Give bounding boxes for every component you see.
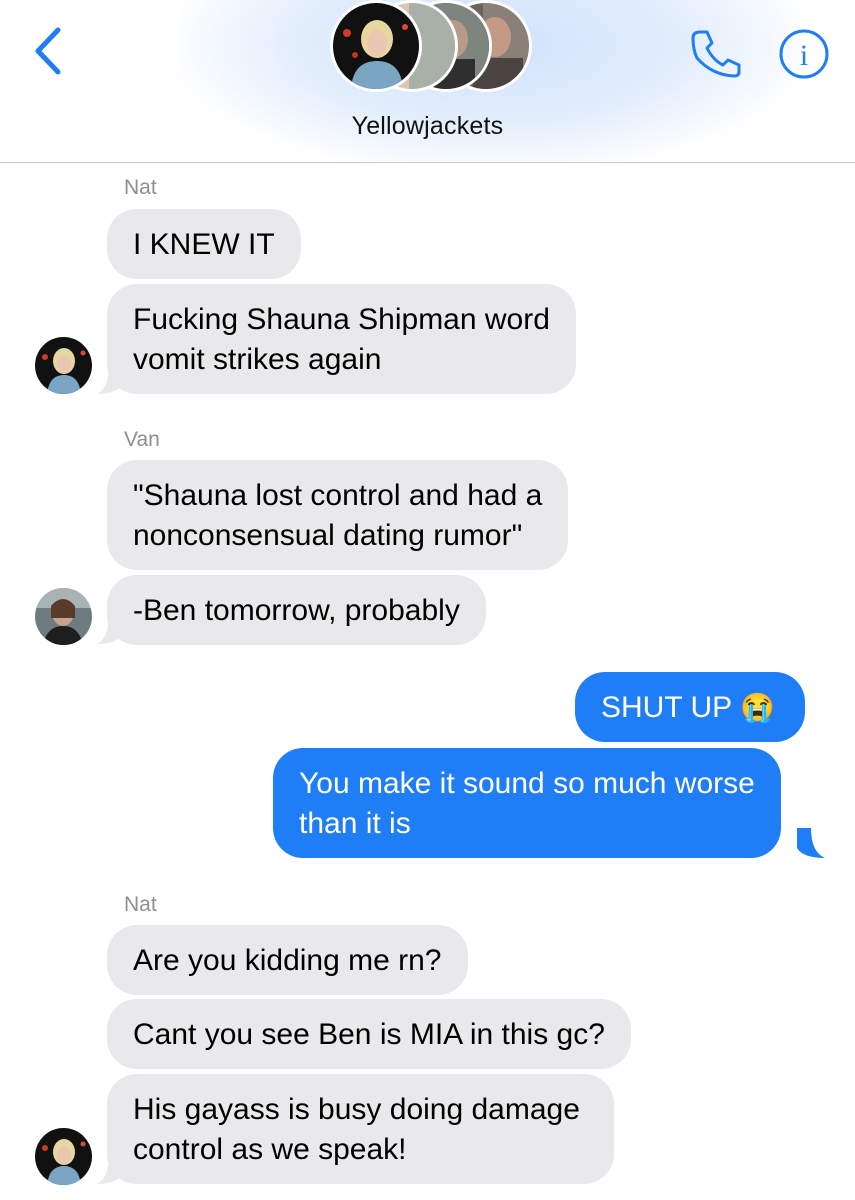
message-bubble-sent[interactable]: You make it sound so much worse than it …	[273, 748, 781, 858]
message-text: control as we speak!	[133, 1133, 407, 1166]
message-text: Fucking Shauna Shipman word	[133, 303, 550, 336]
info-icon: i	[779, 29, 829, 79]
avatar-nat[interactable]	[35, 1128, 92, 1185]
message-bubble-received[interactable]: His gayass is busy doing damage control …	[107, 1074, 614, 1184]
avatar-nat[interactable]	[35, 337, 92, 394]
avatar-van[interactable]	[35, 588, 92, 645]
message-text: Are you kidding me rn?	[133, 944, 442, 977]
bubble-tail	[97, 614, 123, 644]
conversation-header: i Yellowjackets	[0, 0, 855, 163]
message-bubble-received[interactable]: I KNEW IT	[107, 209, 301, 279]
message-text: "Shauna lost control and had a	[133, 479, 543, 512]
svg-text:i: i	[800, 39, 808, 72]
message-text: than it is	[299, 807, 411, 840]
sender-label: Nat	[124, 176, 157, 199]
message-text: Cant you see Ben is MIA in this gc?	[133, 1018, 605, 1051]
message-bubble-received[interactable]: -Ben tomorrow, probably	[107, 575, 486, 645]
message-text: His gayass is busy doing damage	[133, 1093, 580, 1126]
chevron-left-icon	[35, 27, 61, 75]
phone-icon	[691, 30, 741, 78]
group-avatar-stack[interactable]	[330, 0, 540, 96]
message-bubble-received[interactable]: "Shauna lost control and had a nonconsen…	[107, 460, 569, 570]
sender-label: Nat	[124, 893, 157, 916]
bubble-tail	[97, 1154, 123, 1184]
message-text: I KNEW IT	[133, 228, 275, 261]
info-button[interactable]: i	[778, 28, 830, 80]
group-title[interactable]: Yellowjackets	[0, 112, 855, 141]
back-button[interactable]	[30, 26, 70, 76]
call-button[interactable]	[690, 28, 744, 80]
bubble-tail	[97, 364, 123, 394]
message-bubble-received[interactable]: Cant you see Ben is MIA in this gc?	[107, 999, 631, 1069]
message-bubble-sent[interactable]: SHUT UP 😭	[575, 672, 805, 742]
message-text: vomit strikes again	[133, 343, 382, 376]
member-avatar-nat	[330, 0, 422, 92]
crying-face-emoji: 😭	[739, 692, 775, 723]
message-bubble-received[interactable]: Fucking Shauna Shipman word vomit strike…	[107, 284, 576, 394]
message-text: nonconsensual dating rumor"	[133, 519, 523, 552]
sender-label: Van	[124, 428, 160, 451]
message-bubble-received[interactable]: Are you kidding me rn?	[107, 925, 468, 995]
message-text: SHUT UP	[601, 691, 732, 724]
message-text: You make it sound so much worse	[299, 767, 755, 800]
bubble-tail	[797, 828, 825, 858]
message-text: -Ben tomorrow, probably	[133, 594, 460, 627]
